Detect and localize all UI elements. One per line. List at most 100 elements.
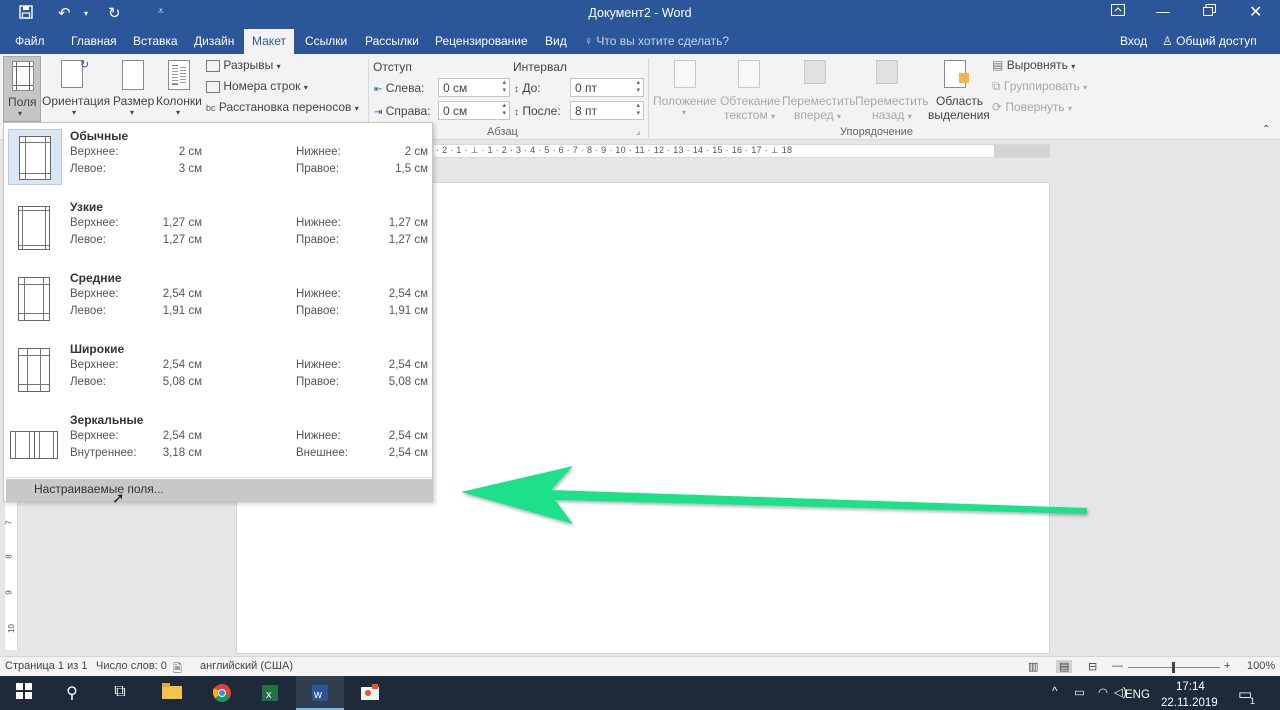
battery-icon[interactable]: ▭ <box>1074 685 1085 699</box>
tab-view[interactable]: Вид <box>545 34 567 48</box>
spacing-after-input[interactable]: 8 пт ▴ ▾ <box>570 101 644 120</box>
orientation-button[interactable]: ↻ Ориентация ▾ <box>42 56 110 122</box>
tab-references[interactable]: Ссылки <box>305 34 347 48</box>
bring-forward-button[interactable]: Переместить вперед ▾ <box>782 56 856 122</box>
tell-me-box[interactable]: ♀ Что вы хотите сделать? <box>584 34 729 48</box>
top-value: 2,54 см <box>162 430 202 442</box>
tray-chevron-icon[interactable]: ^ <box>1052 686 1057 698</box>
indent-left-input[interactable]: 0 см ▴ ▾ <box>438 78 510 97</box>
margin-preset-normal[interactable]: Обычные Верхнее: 2 см Нижнее: 2 см Левое… <box>6 123 432 194</box>
page-count[interactable]: Страница 1 из 1 <box>5 660 87 672</box>
selection-pane-label-2: выделения <box>928 108 990 122</box>
group-icon: ⧉ <box>992 79 1001 93</box>
task-view-icon[interactable]: ⧉ <box>96 676 144 710</box>
search-icon[interactable]: ⚲ <box>48 676 96 710</box>
rotate-button[interactable]: ⟳ Повернуть ▾ <box>992 100 1072 114</box>
chrome-icon[interactable] <box>198 676 246 710</box>
spacing-before-input[interactable]: 0 пт ▴ ▾ <box>570 78 644 97</box>
position-button[interactable]: Положение ▾ <box>652 56 718 122</box>
excel-icon[interactable]: x <box>246 676 294 710</box>
minimize-icon[interactable]: — <box>1156 3 1170 19</box>
bottom-label: Нижнее: <box>296 430 341 442</box>
media-app-icon[interactable] <box>346 676 394 710</box>
breaks-button[interactable]: Разрывы ▾ <box>206 58 281 72</box>
title-bar: ↶ ▾ ↻ ⩡ Документ2 - Word — ✕ <box>0 0 1280 29</box>
word-count[interactable]: Число слов: 0 <box>96 660 167 672</box>
word-icon[interactable]: w <box>296 676 344 710</box>
language-indicator[interactable]: английский (США) <box>200 660 293 672</box>
rotate-arrow-icon: ↻ <box>80 59 90 71</box>
hyphenation-icon: bc <box>206 103 216 113</box>
clock-time[interactable]: 17:14 <box>1176 681 1205 693</box>
tab-review[interactable]: Рецензирование <box>435 34 528 48</box>
svg-text:x: x <box>266 689 272 701</box>
collapse-ribbon-icon[interactable]: ⌃ <box>1262 124 1270 135</box>
file-explorer-icon[interactable] <box>148 676 196 710</box>
margins-icon <box>12 61 34 91</box>
preset-name: Узкие <box>70 200 103 214</box>
read-mode-icon[interactable]: ▥ <box>1028 660 1038 673</box>
columns-button[interactable]: Колонки ▾ <box>155 56 203 122</box>
spacing-after-icon: ↕ <box>514 107 519 118</box>
zoom-level[interactable]: 100% <box>1247 660 1275 672</box>
hyphenation-button[interactable]: bc Расстановка переносов ▾ <box>206 100 359 114</box>
selection-pane-button[interactable]: Область выделения <box>928 56 990 122</box>
send-backward-button[interactable]: Переместить назад ▾ <box>854 56 929 122</box>
group-button[interactable]: ⧉ Группировать ▾ <box>992 79 1087 94</box>
custom-margins-item[interactable]: Настраиваемые поля... <box>6 479 432 501</box>
zoom-out-icon[interactable]: — <box>1112 660 1123 672</box>
vertical-ruler[interactable]: 7 8 9 10 <box>5 502 18 650</box>
chevron-down-icon: ▾ <box>1071 62 1076 71</box>
close-icon[interactable]: ✕ <box>1249 2 1262 22</box>
align-button[interactable]: ▤ Выровнять ▾ <box>992 58 1075 72</box>
paragraph-group-label: Абзац <box>487 126 518 138</box>
zoom-in-icon[interactable]: + <box>1224 660 1230 672</box>
position-icon <box>674 60 696 88</box>
spinner-icon[interactable]: ▴ ▾ <box>636 102 640 118</box>
tab-design[interactable]: Дизайн <box>194 34 234 48</box>
margin-preset-narrow[interactable]: Узкие Верхнее: 1,27 см Нижнее: 1,27 см Л… <box>6 194 432 265</box>
share-button[interactable]: ♙ Общий доступ <box>1162 34 1257 48</box>
zoom-slider[interactable] <box>1128 662 1220 673</box>
wifi-icon[interactable]: ◠ <box>1098 685 1108 699</box>
sign-in-link[interactable]: Вход <box>1120 34 1147 48</box>
left-value: 3 см <box>178 163 202 175</box>
clock-date[interactable]: 22.11.2019 <box>1161 697 1218 709</box>
zoom-thumb[interactable] <box>1172 662 1175 673</box>
indent-right-input[interactable]: 0 см ▴ ▾ <box>438 101 510 120</box>
wrap-text-button[interactable]: Обтекание текстом ▾ <box>720 56 780 122</box>
inside-value: 3,18 см <box>162 447 202 459</box>
spinner-icon[interactable]: ▴ ▾ <box>502 79 506 95</box>
windows-start-icon[interactable] <box>0 676 48 710</box>
size-label: Размер <box>113 94 155 108</box>
print-layout-icon[interactable]: ▤ <box>1056 660 1073 673</box>
lightbulb-icon: ♀ <box>584 34 593 48</box>
margins-button[interactable]: Поля ▾ <box>3 56 41 122</box>
ruler-scale: · 2 · 1 · ⊥ · 1 · 2 · 3 · 4 · 5 · 6 · 7 … <box>436 145 793 155</box>
margins-preview-icon <box>8 129 62 185</box>
left-label: Левое: <box>70 234 106 246</box>
margin-preset-wide[interactable]: Широкие Верхнее: 2,54 см Нижнее: 2,54 см… <box>6 336 432 407</box>
tab-layout[interactable]: Макет <box>244 29 294 54</box>
spinner-icon[interactable]: ▴ ▾ <box>636 79 640 95</box>
horizontal-ruler[interactable]: · 2 · 1 · ⊥ · 1 · 2 · 3 · 4 · 5 · 6 · 7 … <box>434 144 1050 158</box>
tab-mailings[interactable]: Рассылки <box>365 34 419 48</box>
ribbon-display-options-icon[interactable] <box>1111 3 1125 19</box>
tab-home[interactable]: Главная <box>71 34 117 48</box>
tab-insert[interactable]: Вставка <box>133 34 178 48</box>
line-numbers-button[interactable]: Номера строк ▾ <box>206 79 308 93</box>
restore-icon[interactable] <box>1203 3 1216 19</box>
language-indicator[interactable]: ENG <box>1125 689 1150 701</box>
dialog-launcher-icon[interactable]: ⌟ <box>636 126 640 137</box>
size-button[interactable]: Размер ▾ <box>112 56 154 122</box>
web-layout-icon[interactable]: ⊟ <box>1088 660 1097 673</box>
spinner-icon[interactable]: ▴ ▾ <box>502 102 506 118</box>
margin-preset-mirrored[interactable]: Зеркальные Верхнее: 2,54 см Нижнее: 2,54… <box>6 407 432 478</box>
line-numbers-label: Номера строк <box>223 79 301 93</box>
tab-file[interactable]: Файл <box>15 34 45 48</box>
selection-pane-label-1: Область <box>936 94 984 108</box>
send-backward-label-2: назад ▾ <box>872 108 912 122</box>
spacing-title: Интервал <box>513 60 567 74</box>
columns-label: Колонки <box>156 94 202 108</box>
margin-preset-moderate[interactable]: Средние Верхнее: 2,54 см Нижнее: 2,54 см… <box>6 265 432 336</box>
